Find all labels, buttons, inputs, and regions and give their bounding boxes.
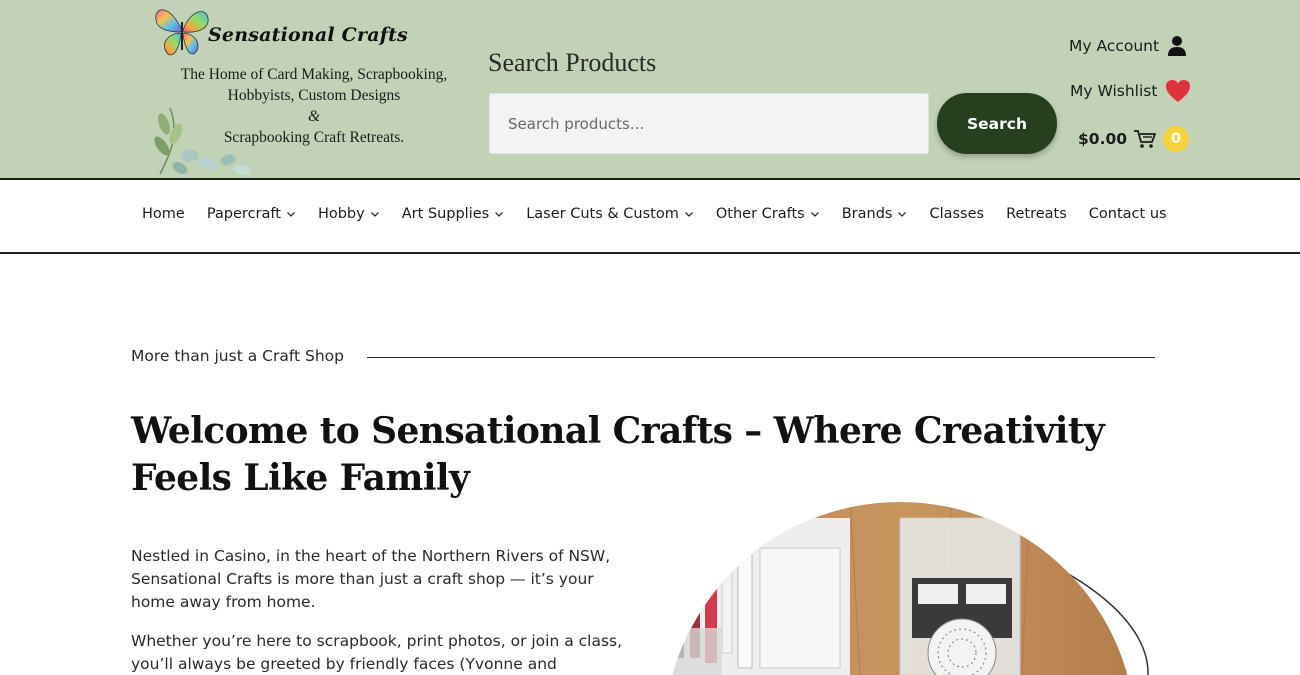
tagline-line: The Home of Card Making, Scrapbooking, — [180, 66, 448, 83]
nav-label: Contact us — [1088, 206, 1167, 222]
section-eyebrow: More than just a Craft Shop — [131, 347, 345, 365]
cart-link[interactable]: $0.00 0 — [1078, 126, 1190, 152]
my-account-label: My Account — [1069, 37, 1160, 55]
main-navigation: Home Papercraft Hobby Art Supplies Laser… — [0, 180, 1300, 254]
cart-count-badge: 0 — [1163, 126, 1190, 152]
nav-item-contact-us[interactable]: Contact us — [1089, 206, 1167, 222]
intro-paragraph: Nestled in Casino, in the heart of the N… — [131, 547, 611, 611]
nav-label: Papercraft — [206, 206, 281, 222]
cart-total: $0.00 — [1078, 130, 1128, 148]
my-wishlist-label: My Wishlist — [1070, 82, 1158, 100]
user-icon — [1168, 36, 1187, 56]
my-account-link[interactable]: My Account — [1069, 34, 1187, 58]
craft-shop-photo — [664, 502, 1149, 675]
search-heading: Search Products — [488, 48, 657, 77]
nav-item-art-supplies[interactable]: Art Supplies — [402, 206, 505, 222]
nav-label: Laser Cuts & Custom — [526, 206, 679, 222]
intro-paragraph: Whether you’re here to scrapbook, print … — [131, 632, 623, 673]
chevron-down-icon — [370, 212, 379, 217]
heart-icon — [1166, 80, 1191, 102]
nav-label: Brands — [841, 206, 893, 222]
nav-label: Classes — [929, 206, 985, 222]
chevron-down-icon — [286, 212, 295, 217]
chevron-down-icon — [810, 212, 819, 217]
chevron-down-icon — [898, 212, 907, 217]
chevron-down-icon — [684, 212, 693, 217]
nav-label: Hobby — [317, 206, 365, 222]
nav-item-laser-cuts-custom[interactable]: Laser Cuts & Custom — [526, 206, 694, 222]
my-wishlist-link[interactable]: My Wishlist — [1070, 78, 1191, 104]
nav-item-home[interactable]: Home — [142, 206, 185, 222]
butterfly-logo-icon — [155, 9, 209, 56]
nav-label: Home — [142, 206, 185, 222]
search-button[interactable]: Search — [937, 93, 1057, 154]
site-logo[interactable]: Sensational Crafts The Home of Card Maki… — [150, 0, 460, 178]
nav-item-papercraft[interactable]: Papercraft — [207, 206, 296, 222]
nav-item-hobby[interactable]: Hobby — [318, 206, 380, 222]
nav-item-other-crafts[interactable]: Other Crafts — [716, 206, 820, 222]
nav-label: Art Supplies — [401, 206, 490, 222]
chevron-down-icon — [495, 212, 504, 217]
brand-name: Sensational Crafts — [208, 24, 408, 46]
nav-label: Other Crafts — [715, 206, 805, 222]
nav-item-classes[interactable]: Classes — [929, 206, 984, 222]
nav-label: Retreats — [1006, 206, 1067, 222]
leaves-decoration-icon — [154, 107, 251, 176]
nav-item-retreats[interactable]: Retreats — [1006, 206, 1067, 222]
tagline-line: Hobbyists, Custom Designs — [227, 87, 401, 104]
nav-item-brands[interactable]: Brands — [842, 206, 908, 222]
search-input[interactable] — [489, 93, 929, 154]
page-headline: Welcome to Sensational Crafts – Where Cr… — [131, 410, 1105, 499]
site-header: Sensational Crafts The Home of Card Maki… — [0, 0, 1300, 180]
cart-icon — [1134, 130, 1156, 148]
eyebrow-divider — [367, 357, 1155, 358]
